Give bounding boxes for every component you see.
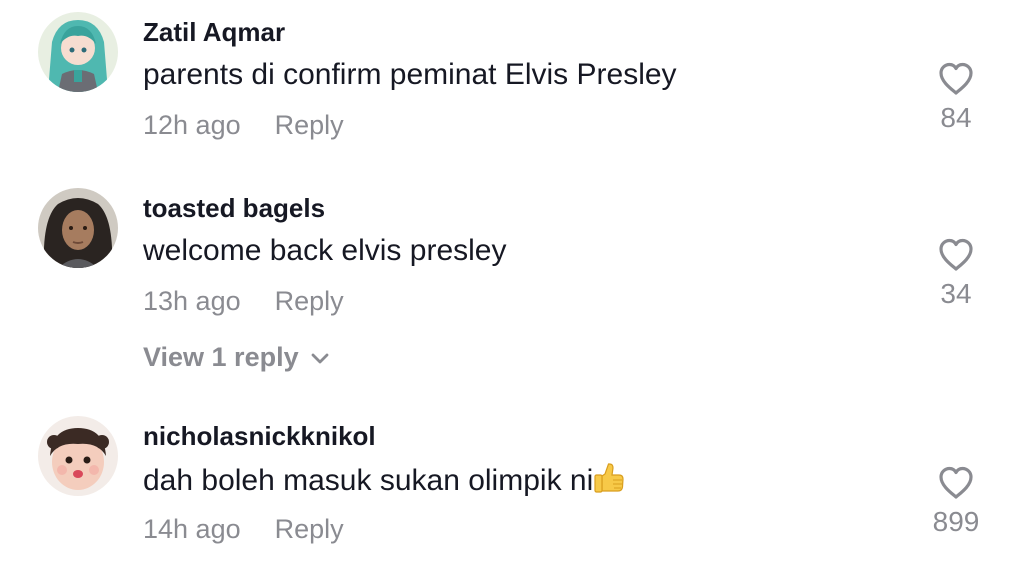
like-button[interactable]: 899 [916,466,996,538]
like-button[interactable]: 34 [916,238,996,310]
comment-timestamp: 14h ago [143,514,241,544]
avatar[interactable] [38,188,118,268]
comment-meta: 12h ago Reply [143,110,344,141]
comment-timestamp: 13h ago [143,286,241,316]
comment-username[interactable]: Zatil Aqmar [143,17,285,48]
chevron-down-icon [311,353,328,364]
reply-button[interactable]: Reply [275,286,344,316]
heart-outline-icon [939,62,973,95]
heart-outline-icon [939,238,973,271]
heart-outline-icon [939,466,973,499]
thumbs-up-emoji [594,463,624,493]
like-button[interactable]: 84 [916,62,996,134]
avatar[interactable] [38,416,118,496]
reply-button[interactable]: Reply [275,110,344,140]
reply-button[interactable]: Reply [275,514,344,544]
comment-text: welcome back elvis presley [143,234,507,267]
comment-text: dah boleh masuk sukan olimpik ni [143,462,625,498]
view-replies-button[interactable]: View 1 reply [143,342,329,373]
comment-meta: 14h ago Reply [143,514,344,545]
comment-username[interactable]: toasted bagels [143,193,325,224]
like-count: 34 [940,278,972,309]
comment-text: parents di confirm peminat Elvis Presley [143,58,677,91]
like-count: 899 [932,506,980,537]
like-count: 84 [940,102,972,133]
comment-text-content: dah boleh masuk sukan olimpik ni [143,464,594,497]
view-replies-label: View 1 reply [143,342,299,372]
comment-username[interactable]: nicholasnickknikol [143,421,376,452]
comment-meta: 13h ago Reply [143,286,344,317]
comment-timestamp: 12h ago [143,110,241,140]
avatar[interactable] [38,12,118,92]
